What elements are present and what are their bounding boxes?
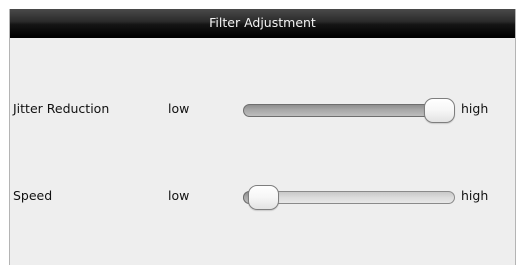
jitter-reduction-high-label: high [461,101,489,116]
title-bar[interactable]: Filter Adjustment [10,9,515,38]
speed-high-label: high [461,188,489,203]
jitter-reduction-low-label: low [168,101,190,116]
speed-label: Speed [13,188,53,203]
filter-adjustment-dialog: Filter Adjustment Jitter Reduction low h… [9,9,516,265]
speed-low-label: low [168,188,190,203]
jitter-reduction-label: Jitter Reduction [13,101,110,116]
dialog-title: Filter Adjustment [209,15,316,30]
speed-slider-thumb[interactable] [248,185,279,210]
jitter-reduction-slider-thumb[interactable] [424,98,455,123]
